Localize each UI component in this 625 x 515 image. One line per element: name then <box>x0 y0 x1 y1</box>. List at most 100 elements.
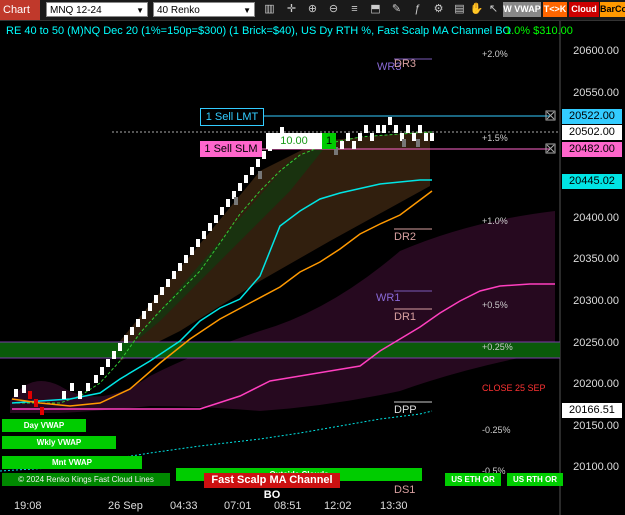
indicators-icon[interactable]: ƒ <box>410 2 425 17</box>
sell-slm-order[interactable]: 1 Sell SLM <box>200 141 262 157</box>
renko-brick <box>226 199 230 207</box>
y-tick: 20250.00 <box>573 337 619 349</box>
pct-label: +1.5% <box>482 133 508 143</box>
pct-label: +2.0% <box>482 49 508 59</box>
x-tick: 26 Sep <box>108 500 143 512</box>
renko-brick <box>262 151 266 159</box>
renko-brick <box>346 133 350 141</box>
renko-brick <box>100 367 104 375</box>
templates-icon[interactable]: ▤ <box>452 2 467 17</box>
renko-brick <box>106 359 110 367</box>
renko-brick <box>370 133 374 141</box>
level-label: DPP <box>394 404 417 416</box>
x-tick: 04:33 <box>170 500 198 512</box>
instrument-selector[interactable]: MNQ 12-24 ▼ <box>46 2 148 17</box>
x-tick: 08:51 <box>274 500 302 512</box>
y-tick: 20600.00 <box>573 45 619 57</box>
last-price-flag: 20502.00 <box>562 125 622 140</box>
y-tick: 20100.00 <box>573 461 619 473</box>
level-label: DR3 <box>394 58 417 70</box>
renko-brick <box>202 231 206 239</box>
renko-brick <box>154 295 158 303</box>
draw-icon[interactable]: ✎ <box>389 2 404 17</box>
mnt-vwap-bar[interactable]: Mnt VWAP <box>2 456 142 469</box>
chart-header-right: 1.0% $310.00 <box>505 25 573 37</box>
renko-brick <box>424 133 428 141</box>
chevron-down-icon: ▼ <box>243 6 251 15</box>
renko-brick <box>388 117 392 125</box>
renko-brick <box>28 391 32 399</box>
chart-trader-icon[interactable]: ⬒ <box>368 2 383 17</box>
low-price-flag: 20166.51 <box>562 403 622 418</box>
day-vwap-bar[interactable]: Day VWAP <box>2 419 86 432</box>
renko-brick <box>418 125 422 133</box>
w-vwap-button[interactable]: W VWAP <box>503 2 541 17</box>
level-label: DR2 <box>394 231 417 243</box>
cloud-button[interactable]: Cloud <box>569 2 599 17</box>
renko-brick <box>244 175 248 183</box>
renko-brick <box>148 303 152 311</box>
sell-slm-price-flag[interactable]: 20482.00 <box>562 142 622 157</box>
period-value: 40 Renko <box>157 5 200 16</box>
properties-icon[interactable]: ≡ <box>347 2 362 17</box>
renko-brick <box>70 383 74 391</box>
chart-header: RE 40 to 50 (M)NQ Dec 20 (1%=150p=$300) … <box>6 25 512 37</box>
x-tick: 19:08 <box>14 500 42 512</box>
green-band <box>0 342 560 358</box>
chart-panel[interactable]: RE 40 to 50 (M)NQ Dec 20 (1%=150p=$300) … <box>0 21 625 515</box>
renko-brick <box>394 125 398 133</box>
renko-brick <box>416 139 420 147</box>
y-tick: 20300.00 <box>573 295 619 307</box>
strategies-icon[interactable]: ⚙ <box>431 2 446 17</box>
period-selector[interactable]: 40 Renko ▼ <box>153 2 255 17</box>
pct-label: -0.25% <box>482 425 511 435</box>
level-label: DS1 <box>394 484 416 496</box>
renko-brick <box>14 389 18 397</box>
wkly-vwap-bar[interactable]: Wkly VWAP <box>2 436 116 449</box>
cursor-icon[interactable]: ↖ <box>486 2 501 17</box>
sell-lmt-price-flag[interactable]: 20522.00 <box>562 109 622 124</box>
order-count-badge[interactable]: 1 <box>322 133 336 149</box>
renko-brick <box>160 287 164 295</box>
renko-brick <box>238 183 242 191</box>
renko-brick <box>412 133 416 141</box>
renko-brick <box>256 159 260 167</box>
renko-brick <box>196 239 200 247</box>
y-tick: 20150.00 <box>573 420 619 432</box>
renko-brick <box>166 279 170 287</box>
bar-chart-icon[interactable]: ▥ <box>262 2 277 17</box>
hand-icon[interactable]: ✋ <box>469 2 484 17</box>
barco-button[interactable]: BarCo <box>600 2 625 17</box>
chevron-down-icon: ▼ <box>136 6 144 15</box>
renko-brick <box>340 141 344 149</box>
renko-brick <box>124 335 128 343</box>
renko-brick <box>208 223 212 231</box>
renko-brick <box>40 407 44 415</box>
renko-brick <box>86 383 90 391</box>
us-eth-or-bar[interactable]: US ETH OR <box>445 473 501 486</box>
renko-brick <box>258 171 262 179</box>
x-tick: 12:02 <box>324 500 352 512</box>
renko-brick <box>234 197 238 205</box>
renko-brick <box>78 391 82 399</box>
level-label: WR1 <box>376 292 401 304</box>
renko-brick <box>220 207 224 215</box>
crosshair-icon[interactable]: ✛ <box>284 2 299 17</box>
renko-brick <box>34 399 38 407</box>
order-qty-box[interactable]: 10.00 <box>266 133 322 149</box>
renko-brick <box>178 263 182 271</box>
renko-brick <box>376 125 380 133</box>
sell-lmt-order[interactable]: 1 Sell LMT <box>200 108 264 126</box>
zoom-out-icon[interactable]: ⊖ <box>326 2 341 17</box>
y-tick: 20200.00 <box>573 378 619 390</box>
renko-brick <box>94 375 98 383</box>
chart-toolbar: Chart MNQ 12-24 ▼ 40 Renko ▼ ▥ ✛ ⊕ ⊖ ≡ ⬒ ✎… <box>0 0 625 21</box>
zoom-in-icon[interactable]: ⊕ <box>305 2 320 17</box>
tk-button[interactable]: T<>K <box>543 2 567 17</box>
strategy-label: Fast Scalp MA Channel BO <box>204 473 340 501</box>
renko-brick <box>118 343 122 351</box>
us-rth-or-bar[interactable]: US RTH OR <box>507 473 563 486</box>
renko-brick <box>184 255 188 263</box>
renko-brick <box>130 327 134 335</box>
pct-label: +0.25% <box>482 342 513 352</box>
